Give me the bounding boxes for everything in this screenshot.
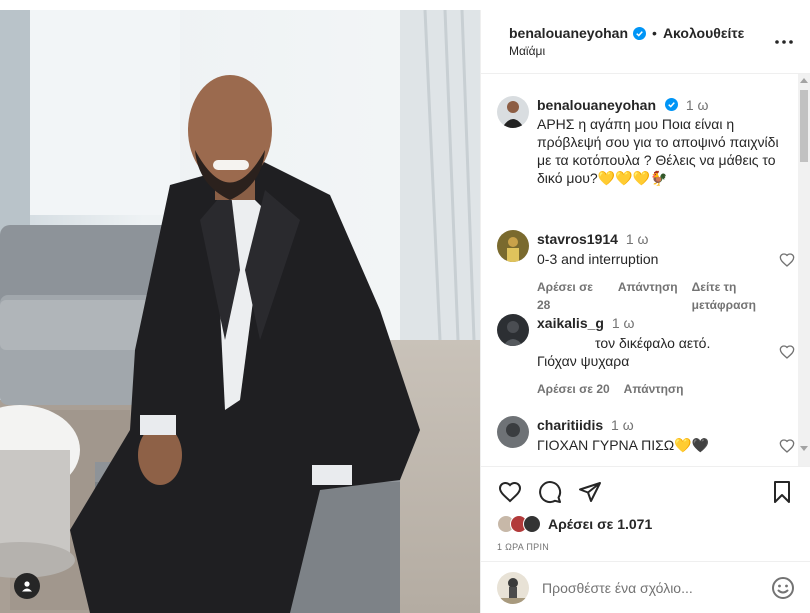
comment-item: xaikalis_g 1 ω τον δικέφαλο αετό. Γιόχαν…: [497, 314, 795, 398]
person-tag-button[interactable]: [14, 573, 40, 599]
author-info: benalouaneyohan • Ακολουθείτε Μαϊάμι: [509, 25, 744, 58]
like-button[interactable]: [497, 479, 523, 505]
verified-badge-icon: [633, 26, 647, 40]
photo-illustration: [0, 10, 480, 613]
comment-time[interactable]: 1 ω: [612, 315, 635, 331]
save-button[interactable]: [769, 479, 795, 505]
commenter-avatar[interactable]: [497, 314, 529, 346]
following-button[interactable]: Ακολουθείτε: [663, 25, 744, 41]
author-username[interactable]: benalouaneyohan: [509, 25, 628, 41]
scroll-up-arrow-icon[interactable]: [800, 78, 808, 83]
commenter-avatar[interactable]: [497, 416, 529, 448]
heart-icon: [498, 481, 522, 503]
comment-text-line1: τον δικέφαλο αετό.: [595, 335, 711, 351]
post-photo[interactable]: [0, 10, 480, 613]
scrollbar-thumb[interactable]: [800, 90, 808, 162]
post-header: benalouaneyohan • Ακολουθείτε Μαϊάμι: [481, 10, 810, 74]
translate-button[interactable]: Δείτε τη μετάφραση: [692, 278, 795, 314]
comment-input[interactable]: [542, 579, 752, 596]
comment-time[interactable]: 1 ω: [611, 417, 634, 433]
bookmark-icon: [774, 481, 790, 503]
caption-username[interactable]: benalouaneyohan: [537, 97, 656, 113]
caption: benalouaneyohan 1 ω ΑΡΗΣ η αγάπη μου Ποι…: [497, 96, 795, 187]
caption-text: ΑΡΗΣ η αγάπη μου Ποια είναι η πρόβλεψή σ…: [537, 116, 779, 186]
comment-text: 0-3 and interruption: [537, 251, 659, 267]
verified-badge-icon: [664, 98, 678, 111]
comment-item: charitiidis 1 ω ΓΙΟΧΑΝ ΓΥΡΝΑ ΠΙΣΩ💛🖤: [497, 416, 795, 454]
more-options-button[interactable]: [772, 30, 796, 54]
likes-summary[interactable]: Αρέσει σε 1.071: [497, 515, 652, 533]
caption-time[interactable]: 1 ω: [686, 97, 709, 113]
reply-button[interactable]: Απάντηση: [624, 380, 684, 398]
separator-dot: •: [652, 25, 657, 41]
comment-like-heart-icon[interactable]: [779, 252, 795, 268]
post-actions: Αρέσει σε 1.071 1 ΩΡΑ ΠΡΙΝ: [481, 466, 810, 552]
current-user-avatar-image: [497, 571, 529, 604]
comment-likes[interactable]: Αρέσει σε 28: [537, 278, 604, 314]
reply-button[interactable]: Απάντηση: [618, 278, 678, 314]
post-dialog: benalouaneyohan • Ακολουθείτε Μαϊάμι ben…: [0, 10, 810, 613]
scroll-down-arrow-icon[interactable]: [800, 446, 808, 451]
person-tag-icon: [22, 581, 32, 592]
share-icon: [579, 482, 601, 502]
post-time[interactable]: 1 ΩΡΑ ΠΡΙΝ: [497, 542, 549, 552]
comment-icon: [539, 481, 562, 504]
likes-count[interactable]: Αρέσει σε 1.071: [548, 516, 652, 532]
add-comment-bar: [481, 561, 810, 613]
comment-time[interactable]: 1 ω: [626, 231, 649, 247]
author-avatar[interactable]: [497, 96, 529, 128]
comment-username[interactable]: charitiidis: [537, 417, 603, 433]
comment-text: ΓΙΟΧΑΝ ΓΥΡΝΑ ΠΙΣΩ💛🖤: [537, 437, 710, 453]
post-location[interactable]: Μαϊάμι: [509, 44, 744, 58]
commenter-avatar[interactable]: [497, 230, 529, 262]
comment-button[interactable]: [537, 479, 563, 505]
comment-text-line2: Γιόχαν ψυχαρα: [537, 353, 630, 369]
comment-username[interactable]: xaikalis_g: [537, 315, 604, 331]
more-options-icon: [775, 39, 793, 44]
comment-likes[interactable]: Αρέσει σε 20: [537, 380, 610, 398]
comments-list[interactable]: benalouaneyohan 1 ω ΑΡΗΣ η αγάπη μου Ποι…: [481, 74, 810, 466]
comment-username[interactable]: stavros1914: [537, 231, 618, 247]
comment-like-heart-icon[interactable]: [779, 344, 795, 360]
current-user-avatar: [497, 571, 529, 604]
liker-avatar: [523, 515, 541, 533]
commenter-avatar-image: [497, 230, 529, 262]
share-button[interactable]: [577, 479, 603, 505]
post-side-panel: benalouaneyohan • Ακολουθείτε Μαϊάμι ben…: [480, 10, 810, 613]
comment-like-heart-icon[interactable]: [779, 438, 795, 454]
comment-item: stavros1914 1 ω 0-3 and interruption Αρέ…: [497, 230, 795, 314]
commenter-avatar-image: [497, 416, 529, 448]
emoji-icon[interactable]: [771, 576, 795, 600]
commenter-avatar-image: [497, 314, 529, 346]
author-avatar-image: [497, 96, 529, 128]
